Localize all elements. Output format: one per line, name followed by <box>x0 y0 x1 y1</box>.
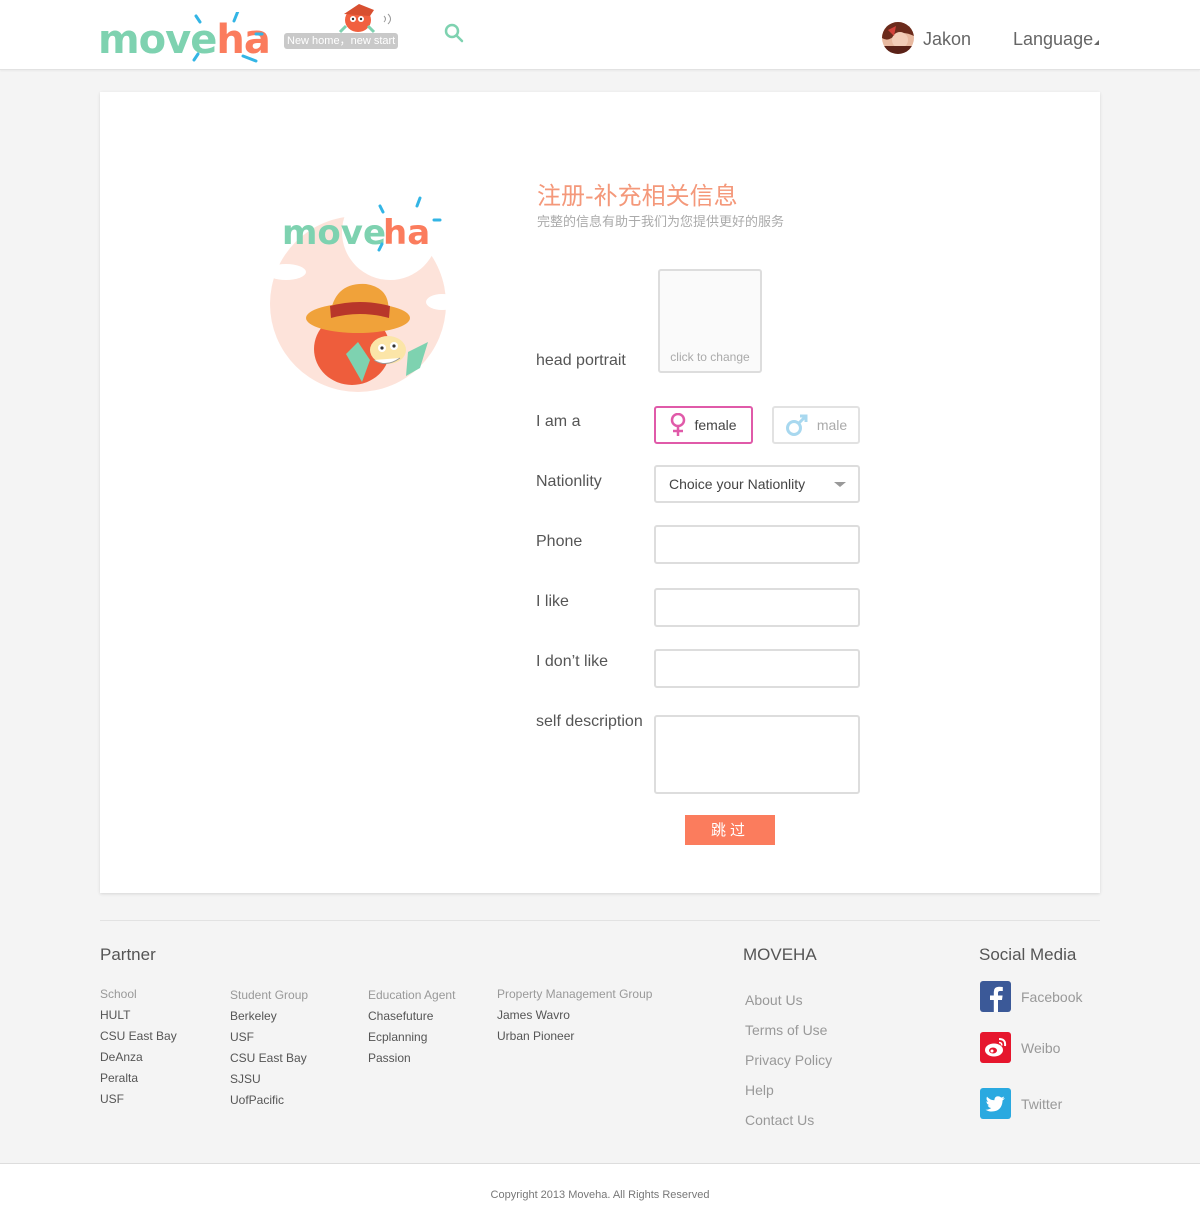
description-textarea[interactable] <box>654 715 860 794</box>
weibo-link[interactable]: Weibo <box>980 1032 1060 1063</box>
form-title: 注册-补充相关信息 <box>537 182 738 210</box>
partner-link[interactable]: Chasefuture <box>368 1006 455 1027</box>
footer-divider <box>100 920 1100 921</box>
partner-link[interactable]: Peralta <box>100 1068 177 1089</box>
gender-label: I am a <box>536 413 581 430</box>
facebook-label: Facebook <box>1021 988 1083 1005</box>
partner-column-student-group: Student Group Berkeley USF CSU East Bay … <box>230 985 308 1111</box>
dislike-label: I don’t like <box>536 653 609 670</box>
dropdown-arrow-icon <box>834 482 846 487</box>
partner-link[interactable]: HULT <box>100 1005 177 1026</box>
privacy-link[interactable]: Privacy Policy <box>745 1045 832 1075</box>
phone-input[interactable] <box>654 525 860 564</box>
partner-link[interactable]: CSU East Bay <box>100 1026 177 1047</box>
partner-link[interactable]: USF <box>100 1089 177 1110</box>
dislike-input[interactable] <box>654 649 860 688</box>
svg-text:ha: ha <box>383 213 430 253</box>
about-us-link[interactable]: About Us <box>745 985 832 1015</box>
caret-icon <box>1094 40 1100 45</box>
facebook-icon <box>980 981 1011 1012</box>
partner-link[interactable]: Berkeley <box>230 1006 308 1027</box>
search-icon[interactable] <box>444 23 464 43</box>
contact-us-link[interactable]: Contact Us <box>745 1105 832 1135</box>
moveha-heading: MOVEHA <box>743 945 817 964</box>
user-avatar[interactable] <box>882 22 914 54</box>
partner-link[interactable]: SJSU <box>230 1069 308 1090</box>
partner-link[interactable]: USF <box>230 1027 308 1048</box>
nationality-select[interactable]: Choice your Nationlity <box>654 465 860 503</box>
like-input[interactable] <box>654 588 860 627</box>
svg-text:move: move <box>282 213 386 253</box>
partner-link[interactable]: Urban Pioneer <box>497 1026 652 1047</box>
column-heading: Education Agent <box>368 988 456 1002</box>
weibo-label: Weibo <box>1021 1039 1061 1056</box>
language-selector[interactable]: Language <box>1013 29 1100 50</box>
bottom-bar: Copyright 2013 Moveha. All Rights Reserv… <box>0 1164 1200 1230</box>
partner-link[interactable]: DeAnza <box>100 1047 177 1068</box>
slogan-badge: New home，new start <box>284 33 399 49</box>
head-portrait-upload[interactable]: click to change <box>658 269 762 373</box>
male-icon <box>785 414 808 436</box>
phone-label: Phone <box>536 533 583 550</box>
male-label: male <box>816 417 848 433</box>
partner-link[interactable]: James Wavro <box>497 1005 652 1026</box>
portrait-hint: click to change <box>670 350 750 364</box>
partner-column-education-agent: Education Agent Chasefuture Ecplanning P… <box>368 985 455 1069</box>
user-name[interactable]: Jakon <box>923 29 971 50</box>
head-portrait-label: head portrait <box>536 352 626 369</box>
form-subtitle: 完整的信息有助于我们为您提供更好的服务 <box>537 214 785 229</box>
language-label: Language <box>1013 29 1094 49</box>
terms-link[interactable]: Terms of Use <box>745 1015 832 1045</box>
twitter-link[interactable]: Twitter <box>980 1088 1062 1119</box>
partner-column-property-management: Property Management Group James Wavro Ur… <box>497 984 652 1047</box>
twitter-label: Twitter <box>1021 1095 1063 1112</box>
logo-sparkle-icon <box>192 12 264 63</box>
partner-link[interactable]: Ecplanning <box>368 1027 455 1048</box>
copyright-text: Copyright 2013 Moveha. All Rights Reserv… <box>490 1189 710 1201</box>
partner-link[interactable]: CSU East Bay <box>230 1048 308 1069</box>
female-option-button[interactable]: female <box>654 406 753 444</box>
female-icon <box>671 413 686 436</box>
column-heading: Student Group <box>230 988 309 1002</box>
nationality-placeholder: Choice your Nationlity <box>669 476 806 492</box>
moveha-links: About Us Terms of Use Privacy Policy Hel… <box>745 985 832 1135</box>
facebook-link[interactable]: Facebook <box>980 981 1082 1012</box>
male-option-button[interactable]: male <box>772 406 860 444</box>
weibo-icon <box>980 1032 1011 1063</box>
registration-card: move ha 注册-补充相关信息 完整的信息有助于我们为您提供更好的服务 he… <box>100 92 1100 893</box>
mascot-illustration: move ha <box>266 184 460 392</box>
female-label: female <box>694 417 737 433</box>
partner-link[interactable]: UofPacific <box>230 1090 308 1111</box>
like-label: I like <box>536 593 569 610</box>
twitter-icon <box>980 1088 1011 1119</box>
partner-column-school: School HULT CSU East Bay DeAnza Peralta … <box>100 984 177 1110</box>
social-media-heading: Social Media <box>979 945 1077 964</box>
partner-link[interactable]: Passion <box>368 1048 455 1069</box>
skip-button[interactable]: 跳过 <box>685 815 775 845</box>
help-link[interactable]: Help <box>745 1075 832 1105</box>
nationality-label: Nationlity <box>536 473 602 490</box>
moveha-logo[interactable]: moveha <box>98 12 271 64</box>
top-header: moveha New home，new start Jakon Language <box>0 0 1200 70</box>
partner-heading: Partner <box>100 945 156 964</box>
column-heading: Property Management Group <box>497 987 653 1001</box>
column-heading: School <box>100 987 137 1001</box>
description-label: self description <box>536 713 643 730</box>
